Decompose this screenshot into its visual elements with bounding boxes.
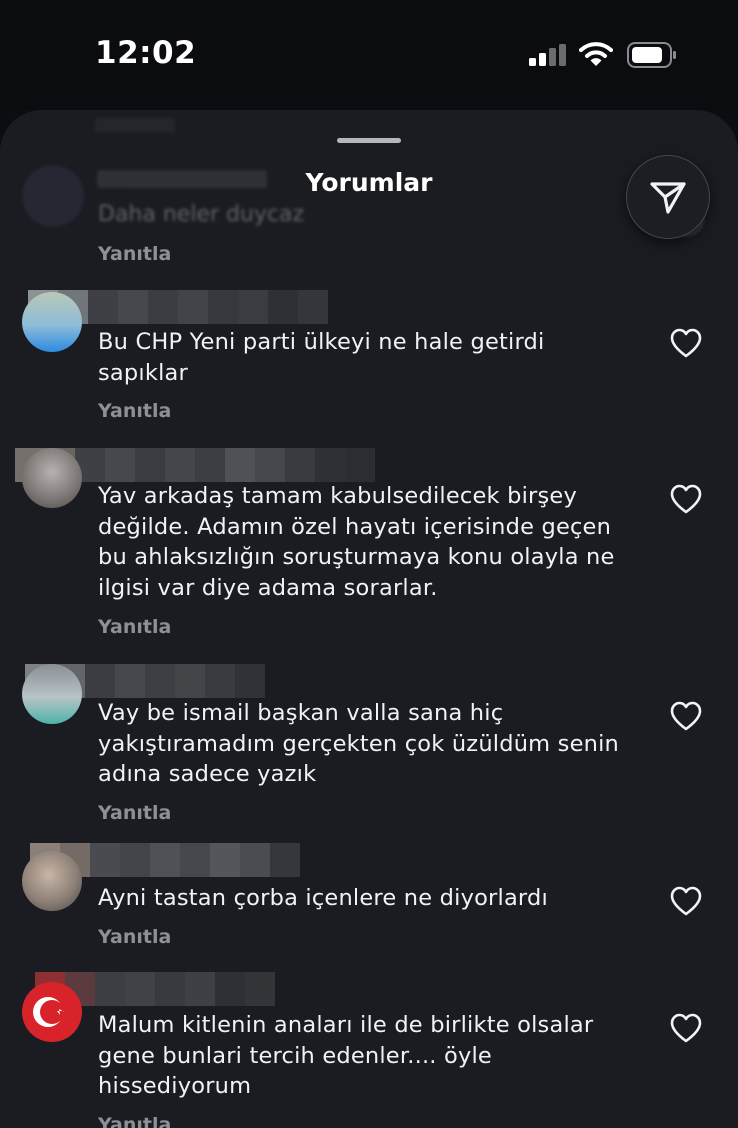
avatar <box>22 664 82 724</box>
reply-button[interactable]: Yanıtla <box>98 243 171 265</box>
comments-sheet: Daha neler duycaz Yanıtla Yorumlar Bu CH… <box>0 110 738 1128</box>
avatar <box>22 292 82 352</box>
comment-item: Vay be ismail başkan valla sana hiç yakı… <box>0 664 738 839</box>
reply-button[interactable]: Yanıtla <box>98 926 171 948</box>
comment-text: Vay be ismail başkan valla sana hiç yakı… <box>98 700 619 787</box>
comment-item: Ayni tastan çorba içenlere ne diyorlardı… <box>0 843 738 963</box>
avatar <box>22 982 82 1042</box>
heart-outline-icon[interactable] <box>670 886 702 916</box>
reply-button[interactable]: Yanıtla <box>98 802 171 824</box>
avatar <box>22 448 82 508</box>
comment-text: Ayni tastan çorba içenlere ne diyorlardı <box>98 885 548 911</box>
comment-text: Bu CHP Yeni parti ülkeyi ne hale getirdi… <box>98 329 545 386</box>
reply-button[interactable]: Yanıtla <box>98 400 171 422</box>
wifi-icon <box>579 42 613 66</box>
comment-text: Malum kitlenin anaları ile de birlikte o… <box>98 1012 594 1099</box>
crescent-star-icon <box>33 997 64 1027</box>
heart-outline-icon[interactable] <box>670 701 702 731</box>
comment-item: Malum kitlenin anaları ile de birlikte o… <box>0 972 738 1128</box>
send-paper-plane-icon <box>650 182 686 214</box>
comment-item: Bu CHP Yeni parti ülkeyi ne hale getirdi… <box>0 290 738 430</box>
heart-outline-icon[interactable] <box>670 1013 702 1043</box>
comment-item: Yav arkadaş tamam kabulsedilecek birşey … <box>0 448 738 648</box>
status-bar: 12:02 <box>0 0 738 110</box>
avatar <box>22 851 82 911</box>
status-time: 12:02 <box>95 35 197 71</box>
comment-text: Yav arkadaş tamam kabulsedilecek birşey … <box>98 483 615 601</box>
comment-text: Daha neler duycaz <box>98 202 305 227</box>
reply-button[interactable]: Yanıtla <box>98 1114 171 1128</box>
reply-button[interactable]: Yanıtla <box>98 616 171 638</box>
heart-outline-icon[interactable] <box>670 328 702 358</box>
battery-icon <box>627 42 676 68</box>
cellular-signal-icon <box>529 44 566 66</box>
send-button[interactable] <box>626 155 710 239</box>
blurred-text <box>95 118 175 132</box>
heart-outline-icon[interactable] <box>670 484 702 514</box>
